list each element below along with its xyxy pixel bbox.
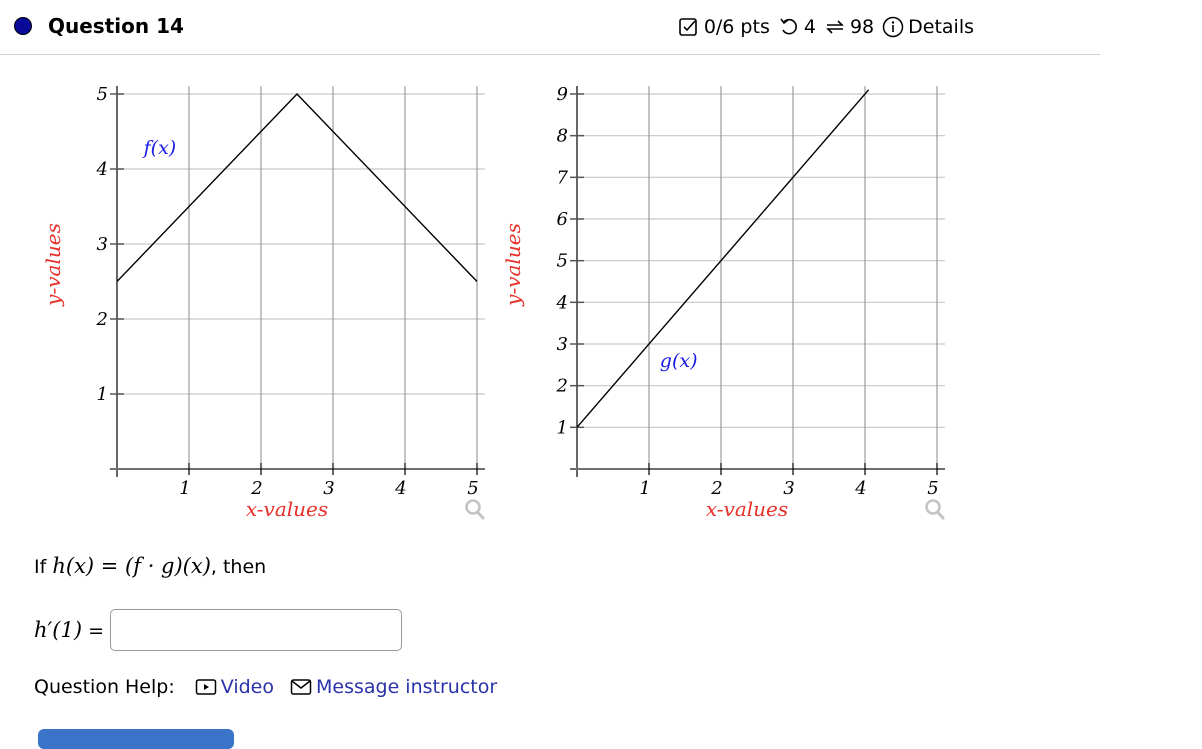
details-link[interactable]: Details [908,16,974,38]
g-chart-svg: 1 2 3 4 5 6 7 8 9 1 2 3 4 5 x-values y-values g(x) [501,84,945,521]
y-tick-label: 2 [556,376,568,397]
magnify-icon[interactable] [465,499,485,520]
prompt-suffix: , then [210,556,267,578]
x-tick-label: 3 [323,478,334,499]
score-text: 0/6 pts [703,16,770,38]
message-instructor-label[interactable]: Message instructor [316,676,497,698]
y-tick-label: 9 [557,84,568,105]
submit-button[interactable] [38,729,234,749]
info-icon[interactable] [882,16,904,38]
question-title: Question 14 [48,14,184,38]
series-line-fx [116,92,478,282]
question-status-dot [14,17,32,35]
question-meta: 0/6 pts 4 98 Details [678,16,982,38]
y-tick-label: 5 [557,251,568,272]
y-tick-label: 3 [557,334,568,355]
answer-input[interactable] [110,609,403,651]
x-tick-label: 5 [927,478,938,499]
video-icon [195,679,216,695]
function-label: g(x) [660,350,698,372]
x-tick-label: 2 [710,478,722,499]
y-tick-label: 3 [97,234,108,255]
y-tick-label: 1 [97,384,108,405]
answer-label-math: h′(1) [34,618,83,642]
question-help-label: Question Help: [34,676,175,698]
y-tick-label: 4 [556,292,568,313]
repeat-icon [826,20,844,34]
x-tick-label: 1 [639,478,650,499]
undo-icon [780,18,797,35]
magnify-handle [476,510,485,520]
x-tick-label: 5 [467,478,478,499]
x-axis-title: x-values [246,497,328,521]
retries-count: 4 [803,16,816,38]
answer-label-equals: = [82,620,105,642]
function-label: f(x) [142,137,177,159]
question-prompt: If h(x) = (f · g)(x), then [34,554,266,578]
y-tick-label: 1 [557,417,568,438]
y-tick-label: 4 [96,159,108,180]
question-help: Question Help: Video Message instructor [34,676,497,698]
f-chart: 1 2 3 4 5 1 2 3 4 5 x-values y-values f(x) [30,70,500,530]
y-tick-label: 2 [96,309,108,330]
attempts-count: 98 [849,16,875,38]
magnify-icon[interactable] [925,499,945,520]
g-chart: 1 2 3 4 5 6 7 8 9 1 2 3 4 5 x-values y-values g(x) [490,70,960,530]
y-axis-title: y-values [501,223,525,307]
message-instructor-link[interactable]: Message instructor [290,676,497,698]
y-tick-label: 6 [557,209,568,230]
y-axis-title: y-values [41,223,65,307]
checkbox-icon [679,18,697,36]
mail-icon [290,679,312,695]
magnify-handle [936,510,945,520]
y-tick-label: 8 [557,126,568,147]
video-link-label[interactable]: Video [221,676,274,698]
y-tick-label: 5 [97,84,108,105]
x-tick-label: 4 [854,478,866,499]
x-tick-label: 1 [179,478,190,499]
question-header: Question 14 0/6 pts 4 98 Details [0,0,1100,55]
x-tick-label: 2 [250,478,262,499]
series-line-gx [576,89,870,428]
answer-label: h′(1) = [34,618,104,642]
x-axis-title: x-values [706,497,788,521]
answer-row: h′(1) = [34,609,403,651]
prompt-prefix: If [34,556,53,578]
y-tick-label: 7 [557,167,569,188]
x-tick-label: 4 [394,478,406,499]
f-chart-svg: 1 2 3 4 5 1 2 3 4 5 x-values y-values f(x) [41,84,485,521]
prompt-math-expression: (x) = (f · g)(x) [65,554,211,578]
x-tick-label: 3 [783,478,794,499]
prompt-math-h: h [52,554,66,578]
video-link[interactable]: Video [195,676,274,698]
